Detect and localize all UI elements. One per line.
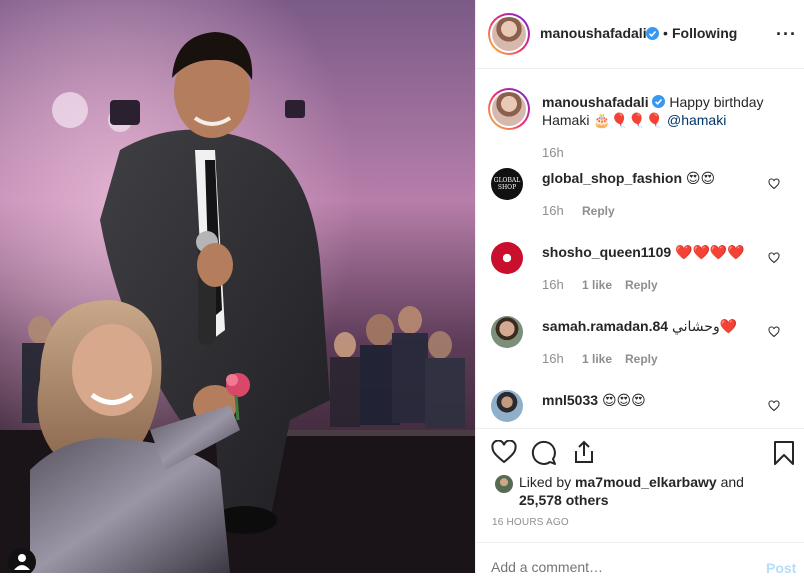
- header-divider: [476, 68, 804, 69]
- post-image: [0, 0, 475, 573]
- comment-item: shosho_queen1109 ❤️❤️❤️❤️: [542, 244, 745, 261]
- liker-avatar[interactable]: [495, 475, 513, 493]
- caption-verified-icon: [652, 95, 666, 108]
- comment-avatar-shosho[interactable]: [491, 242, 523, 274]
- actions-divider: [476, 428, 804, 429]
- reply-button[interactable]: Reply: [582, 204, 615, 218]
- caption-username[interactable]: manoushafadali: [542, 94, 649, 110]
- comment-like-count[interactable]: 1 like: [582, 352, 612, 366]
- comment-like-heart-icon[interactable]: [768, 325, 780, 343]
- comment-username[interactable]: mnl5033: [542, 392, 598, 408]
- likes-count[interactable]: 25,578 others: [519, 492, 609, 508]
- comment-like-heart-icon[interactable]: [768, 399, 780, 417]
- comment-like-heart-icon[interactable]: [768, 177, 780, 195]
- reply-button[interactable]: Reply: [625, 352, 658, 366]
- post-panel: manoushafadali • Following ··· manoushaf…: [475, 0, 804, 577]
- caption-name: Hamaki: [542, 112, 590, 128]
- comment-time[interactable]: 16h: [542, 351, 564, 366]
- post-photo[interactable]: [0, 0, 475, 573]
- header-separator: •: [663, 25, 668, 41]
- caption-time[interactable]: 16h: [542, 145, 564, 160]
- comment-time[interactable]: 16h: [542, 203, 564, 218]
- comment-time[interactable]: 16h: [542, 277, 564, 292]
- comment-like-heart-icon[interactable]: [768, 251, 780, 269]
- comment-box-divider: [476, 542, 804, 543]
- save-bookmark-icon[interactable]: [773, 440, 795, 471]
- likes-summary: Liked by ma7moud_elkarbawy and 25,578 ot…: [519, 473, 789, 509]
- caption-text: Happy birthday: [669, 94, 764, 110]
- comment-username[interactable]: global_shop_fashion: [542, 170, 682, 186]
- caption-emojis: 🎂🎈🎈🎈: [593, 113, 664, 129]
- instagram-post-view: manoushafadali • Following ··· manoushaf…: [0, 0, 804, 577]
- comment-item: global_shop_fashion 😍😍: [542, 170, 715, 187]
- comment-item: samah.ramadan.84 وحشاني❤️: [542, 318, 737, 335]
- reply-button[interactable]: Reply: [625, 278, 658, 292]
- post-comment-button[interactable]: Post: [766, 560, 796, 576]
- share-icon[interactable]: [571, 439, 597, 470]
- verified-badge-icon: [646, 27, 659, 45]
- add-comment-input[interactable]: [491, 557, 751, 577]
- comment-body: 😍😍😍: [601, 393, 646, 409]
- caption: manoushafadali Happy birthday Hamaki 🎂🎈🎈…: [542, 93, 792, 130]
- comment-item: mnl5033 😍😍😍: [542, 392, 646, 409]
- comment-body: وحشاني❤️: [671, 319, 738, 335]
- comment-avatar-mnl[interactable]: [491, 390, 523, 422]
- author-avatar[interactable]: [488, 13, 530, 55]
- comment-username[interactable]: samah.ramadan.84: [542, 318, 668, 334]
- comment-body: ❤️❤️❤️❤️: [675, 245, 745, 261]
- caption-avatar[interactable]: [488, 88, 530, 130]
- liker-username[interactable]: ma7moud_elkarbawy: [575, 474, 717, 490]
- author-username[interactable]: manoushafadali: [540, 25, 647, 41]
- post-timestamp[interactable]: 16 HOURS AGO: [492, 517, 569, 528]
- caption-mention-link[interactable]: @hamaki: [667, 112, 726, 128]
- comment-username[interactable]: shosho_queen1109: [542, 244, 671, 260]
- like-heart-icon[interactable]: [491, 439, 517, 469]
- avatar-logo-text: GLOBAL SHOP: [493, 177, 521, 191]
- follow-button[interactable]: Following: [672, 25, 737, 41]
- comment-avatar-samah[interactable]: [491, 316, 523, 348]
- comment-avatar-global-shop[interactable]: GLOBAL SHOP: [491, 168, 523, 200]
- likes-prefix: Liked by: [519, 474, 572, 490]
- comment-body: 😍😍: [685, 171, 716, 187]
- more-options-icon[interactable]: ···: [776, 24, 797, 45]
- likes-middle: and: [720, 474, 744, 490]
- comment-like-count[interactable]: 1 like: [582, 278, 612, 292]
- comment-bubble-icon[interactable]: [531, 440, 557, 471]
